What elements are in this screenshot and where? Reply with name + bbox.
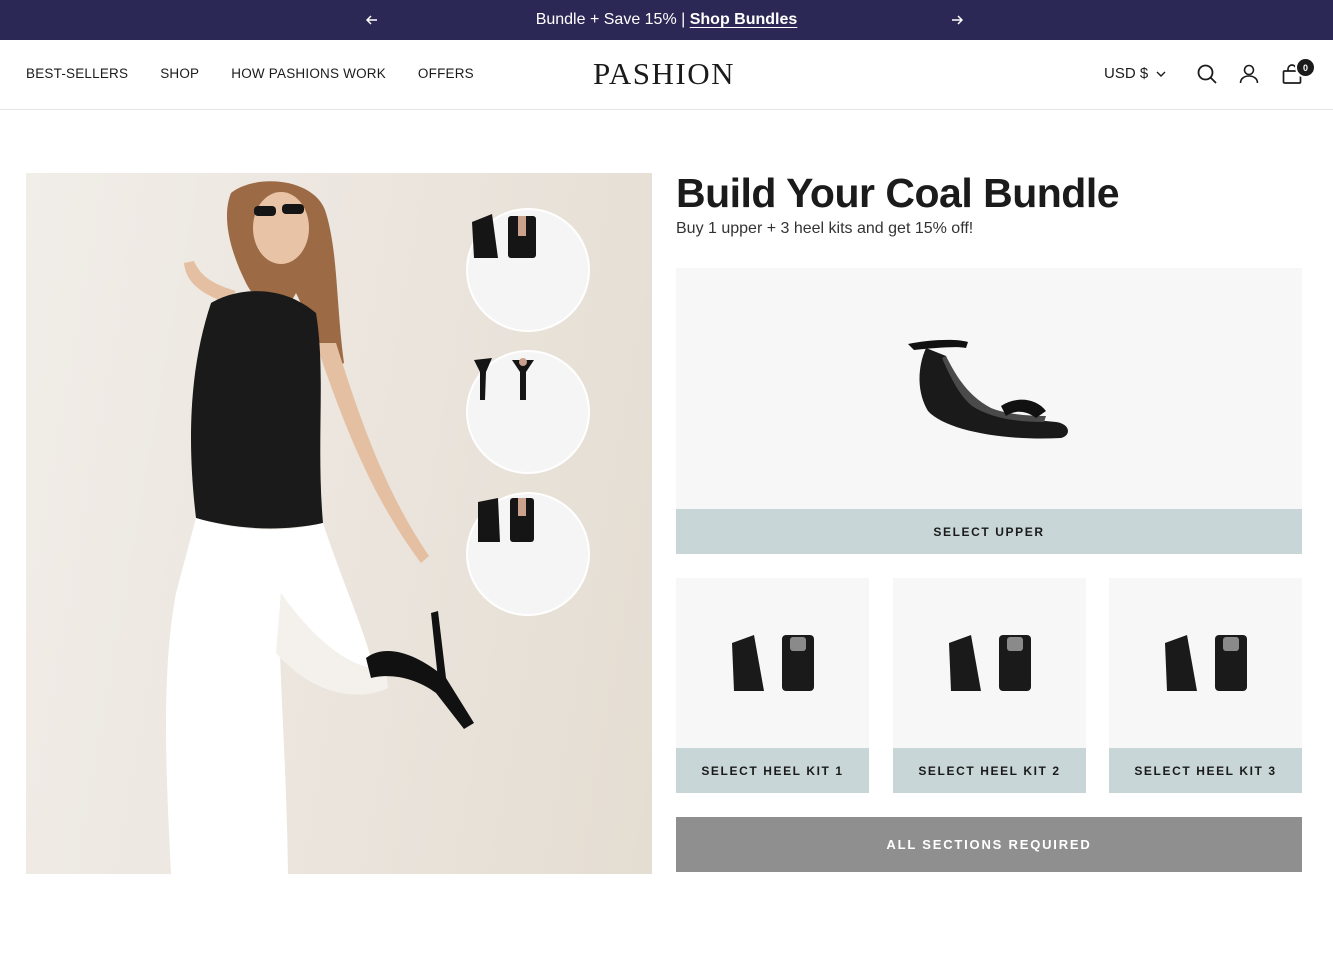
select-heel-kit-3-button[interactable]: SELECT HEEL KIT 3 [1109, 748, 1302, 793]
nav-offers[interactable]: OFFERS [418, 66, 474, 81]
announcement-bar: Bundle + Save 15% | Shop Bundles [0, 0, 1333, 40]
add-bundle-button[interactable]: ALL SECTIONS REQUIRED [676, 817, 1302, 872]
cart-count-badge: 0 [1295, 57, 1316, 78]
heel-kit-card-3[interactable] [1109, 578, 1302, 748]
heel-kit-thumbnail-2 [466, 350, 590, 474]
nav-shop[interactable]: SHOP [160, 66, 199, 81]
currency-selector[interactable]: USD $ [1104, 65, 1166, 82]
search-icon[interactable] [1196, 63, 1218, 85]
select-heel-kit-1-button[interactable]: SELECT HEEL KIT 1 [676, 748, 869, 793]
block-heel-kit-icon [478, 498, 534, 542]
chevron-down-icon [1156, 71, 1166, 77]
site-logo[interactable]: PASHION [593, 56, 735, 92]
site-header: BEST-SELLERS SHOP HOW PASHIONS WORK OFFE… [0, 40, 1333, 110]
shop-bundles-link[interactable]: Shop Bundles [690, 11, 798, 28]
announcement-message: Bundle + Save 15% | Shop Bundles [0, 10, 1333, 30]
stiletto-kit-icon [474, 358, 534, 400]
heel-kit-card-2[interactable] [893, 578, 1086, 748]
arrow-right-icon[interactable] [947, 10, 967, 30]
bundle-subtitle: Buy 1 upper + 3 heel kits and get 15% of… [676, 220, 974, 237]
heel-kit-icon [1164, 635, 1247, 691]
heel-kit-thumbnail-1 [466, 208, 590, 332]
select-upper-button[interactable]: SELECT UPPER [676, 509, 1302, 554]
bundle-title: Build Your Coal Bundle [676, 170, 1120, 216]
heel-kit-thumbnail-3 [466, 492, 590, 616]
account-icon[interactable] [1238, 63, 1260, 85]
upper-product-card[interactable] [676, 268, 1302, 509]
nav-best-sellers[interactable]: BEST-SELLERS [26, 66, 128, 81]
heel-kit-card-1[interactable] [676, 578, 869, 748]
nav-how-pashions-work[interactable]: HOW PASHIONS WORK [231, 66, 386, 81]
hero-image [26, 173, 652, 874]
sandal-upper-image [908, 339, 1068, 439]
main-nav: BEST-SELLERS SHOP HOW PASHIONS WORK OFFE… [26, 66, 506, 81]
heel-kit-icon [948, 635, 1031, 691]
select-heel-kit-2-button[interactable]: SELECT HEEL KIT 2 [893, 748, 1086, 793]
announcement-text: Bundle + Save 15% | [535, 11, 690, 28]
currency-label: USD $ [1104, 65, 1149, 82]
heel-kit-icon [472, 214, 536, 258]
heel-kit-icon [731, 635, 814, 691]
